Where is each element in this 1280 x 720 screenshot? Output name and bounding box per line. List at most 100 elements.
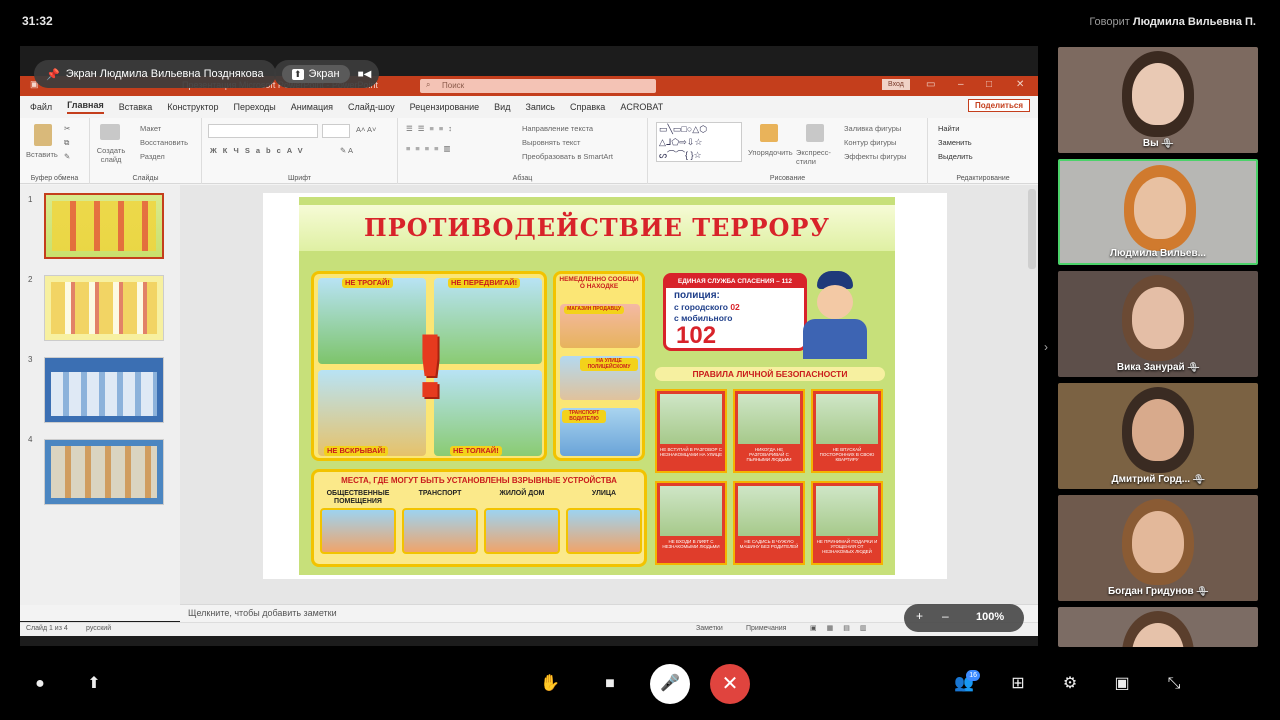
report-item: НА УЛИЦЕ ПОЛИЦЕЙСКОМУ: [580, 358, 638, 371]
reset-button[interactable]: Восстановить: [140, 138, 188, 147]
minimize-icon[interactable]: –: [958, 79, 964, 90]
maximize-icon[interactable]: □: [986, 79, 992, 90]
tab-transitions[interactable]: Переходы: [234, 102, 276, 112]
participant-tile[interactable]: Вика Занурай 🎙: [1058, 271, 1258, 377]
share-screen-icon[interactable]: ⬆: [76, 668, 112, 700]
vertical-scrollbar[interactable]: [1028, 189, 1036, 269]
shape-outline-button[interactable]: Контур фигуры: [844, 138, 896, 147]
warning-illustration: [434, 278, 542, 364]
font-name-select[interactable]: [208, 124, 318, 138]
camera-icon[interactable]: ■◀: [358, 69, 372, 80]
chat-icon[interactable]: ●: [22, 668, 58, 700]
participant-tile[interactable]: Богдан Гридунов 🎙: [1058, 495, 1258, 601]
section-button[interactable]: Раздел: [140, 152, 165, 161]
clipboard-group: Вставить ✂ ⧉ ✎ Буфер обмена: [20, 118, 90, 184]
participant-tile[interactable]: [1058, 607, 1258, 647]
exit-fullscreen-icon[interactable]: ⤡: [1156, 668, 1192, 700]
copy-icon[interactable]: ⧉: [64, 138, 69, 148]
layout-icon[interactable]: ▣: [1104, 668, 1140, 700]
tab-design[interactable]: Конструктор: [167, 102, 218, 112]
font-size-select[interactable]: [322, 124, 350, 138]
font-format-icons[interactable]: ЖКЧSabcAV: [210, 146, 309, 155]
layout-button[interactable]: Макет: [140, 124, 161, 133]
ribbon-display-icon[interactable]: ▭: [926, 79, 935, 90]
rule-card: НЕ САДИСЬ В ЧУЖУЮ МАШИНУ БЕЗ РОДИТЕЛЕЙ: [733, 481, 805, 565]
participants-icon[interactable]: 👥 16: [946, 668, 982, 700]
place-card: УЛИЦА: [566, 490, 642, 554]
select-button[interactable]: Выделить: [938, 152, 973, 161]
new-slide-icon[interactable]: [100, 124, 120, 140]
tab-help[interactable]: Справка: [570, 102, 605, 112]
tab-record[interactable]: Запись: [525, 102, 555, 112]
group-label-paragraph: Абзац: [512, 175, 533, 182]
align-icons[interactable]: ≡≡≡≡▥: [406, 144, 456, 153]
find-button[interactable]: Найти: [938, 124, 959, 133]
place-card: ЖИЛОЙ ДОМ: [484, 490, 560, 554]
smartart-button[interactable]: Преобразовать в SmartArt: [522, 152, 613, 161]
cut-icon[interactable]: ✂: [64, 124, 70, 133]
text-direction-button[interactable]: Направление текста: [522, 124, 593, 133]
close-icon[interactable]: ✕: [1016, 79, 1024, 90]
report-item: ТРАНСПОРТ ВОДИТЕЛЮ: [562, 410, 606, 423]
participant-tile[interactable]: Дмитрий Горд... 🎙: [1058, 383, 1258, 489]
sign-in-button[interactable]: Вход: [882, 79, 910, 90]
end-call-button[interactable]: ✕: [710, 664, 750, 704]
slide-thumbnail-2[interactable]: [44, 275, 164, 341]
screen-owner-pill[interactable]: 📌 Экран Людмила Вильевна Позднякова: [34, 60, 276, 88]
settings-icon[interactable]: ⚙: [1052, 668, 1088, 700]
participant-tile[interactable]: Вы 🎙: [1058, 47, 1258, 153]
notes-toggle[interactable]: Заметки: [696, 625, 723, 632]
new-slide-label[interactable]: Создать слайд: [94, 146, 128, 164]
places-panel: МЕСТА, ГДЕ МОГУТ БЫТЬ УСТАНОВЛЕНЫ ВЗРЫВН…: [311, 469, 647, 567]
raise-hand-icon[interactable]: ✋: [532, 668, 568, 700]
font-color-icon[interactable]: ✎ A: [340, 146, 353, 155]
tab-file[interactable]: Файл: [30, 102, 52, 112]
tab-acrobat[interactable]: ACROBAT: [620, 102, 663, 112]
quick-styles-button[interactable]: Экспресс-стили: [796, 148, 836, 166]
replace-button[interactable]: Заменить: [938, 138, 972, 147]
font-group: A˄ A˅ ЖКЧSabcAV ✎ A Шрифт: [202, 118, 398, 184]
arrange-icon[interactable]: [760, 124, 778, 142]
collapse-panel-icon[interactable]: ›: [1044, 340, 1048, 354]
mic-muted-icon[interactable]: 🎤: [650, 664, 690, 704]
list-icons[interactable]: ☰☰≡≡↕: [406, 124, 457, 133]
slide[interactable]: ПРОТИВОДЕЙСТВИЕ ТЕРРОРУ НЕ ТРОГАЙ! НЕ ПЕ…: [263, 193, 947, 579]
shapes-gallery[interactable]: ▭╲▭□○△⬡ △ᒧ⬠⇨⇩☆ ᔕ⌒⌒{ }☆: [656, 122, 742, 162]
arrange-button[interactable]: Упорядочить: [748, 148, 793, 157]
rule-caption: НЕ ВСТУПАЙ В РАЗГОВОР С НЕЗНАКОМЦАМИ НА …: [659, 447, 723, 458]
align-text-button[interactable]: Выровнять текст: [522, 138, 580, 147]
slide-editor[interactable]: ПРОТИВОДЕЙСТВИЕ ТЕРРОРУ НЕ ТРОГАЙ! НЕ ПЕ…: [180, 185, 1038, 604]
search-input[interactable]: Поиск: [420, 79, 656, 93]
grid-view-icon[interactable]: ⊞: [1000, 668, 1036, 700]
participant-tile[interactable]: Людмила Вильев...: [1058, 159, 1258, 265]
tab-insert[interactable]: Вставка: [119, 102, 152, 112]
paste-icon[interactable]: [34, 124, 52, 146]
format-painter-icon[interactable]: ✎: [64, 152, 70, 161]
participants-count-badge: 16: [966, 670, 980, 681]
zoom-in-button[interactable]: +: [916, 609, 923, 623]
rule-card: НИКОГДА НЕ РАЗГОВАРИВАЙ С ПЬЯНЫМИ ЛЮДЬМИ: [733, 389, 805, 473]
shape-effects-button[interactable]: Эффекты фигуры: [844, 152, 907, 161]
slide-thumbnail-1[interactable]: [44, 193, 164, 259]
poster-image: ПРОТИВОДЕЙСТВИЕ ТЕРРОРУ НЕ ТРОГАЙ! НЕ ПЕ…: [299, 197, 895, 575]
share-button[interactable]: Поделиться: [967, 99, 1030, 112]
slide-thumbnail-4[interactable]: [44, 439, 164, 505]
comments-toggle[interactable]: Примечания: [746, 625, 786, 632]
paste-label[interactable]: Вставить: [26, 150, 58, 159]
report-panel: НЕМЕДЛЕННО СООБЩИ О НАХОДКЕ МАГАЗИН ПРОД…: [553, 271, 645, 461]
zoom-out-button[interactable]: –: [942, 609, 949, 623]
quick-styles-icon[interactable]: [806, 124, 824, 142]
slide-thumbnails-pane: 1 2 3 4: [20, 185, 180, 605]
tab-review[interactable]: Рецензирование: [410, 102, 480, 112]
screen-toggle-pill[interactable]: ⬆ Экран ■◀: [274, 60, 380, 88]
slide-thumbnail-3[interactable]: [44, 357, 164, 423]
grow-font-icon[interactable]: A˄ A˅: [356, 125, 376, 134]
camera-toggle-icon[interactable]: ■: [592, 668, 628, 700]
view-icons[interactable]: ▣▦▤▥: [810, 624, 876, 632]
tab-slideshow[interactable]: Слайд-шоу: [348, 102, 395, 112]
tab-home[interactable]: Главная: [67, 100, 104, 114]
place-label: ТРАНСПОРТ: [418, 490, 462, 497]
tab-animations[interactable]: Анимация: [291, 102, 333, 112]
shape-fill-button[interactable]: Заливка фигуры: [844, 124, 901, 133]
tab-view[interactable]: Вид: [494, 102, 510, 112]
